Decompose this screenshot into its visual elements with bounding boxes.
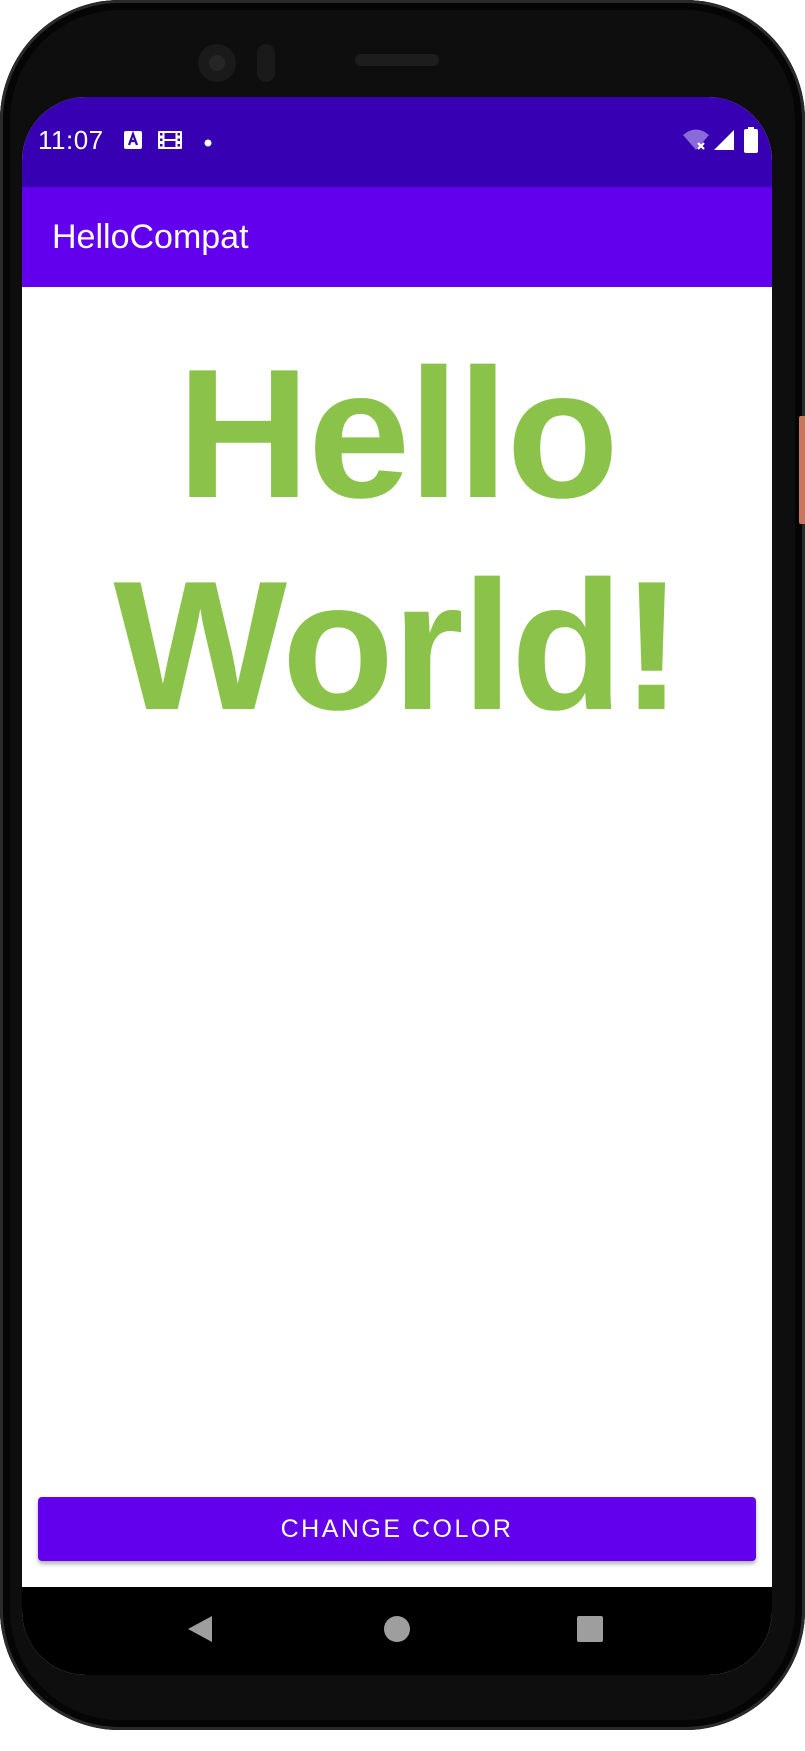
app-title: HelloCompat — [52, 218, 249, 256]
status-time: 11:07 — [38, 125, 104, 155]
back-button[interactable] — [155, 1587, 245, 1675]
cell-signal-icon — [712, 128, 736, 157]
notification-icons — [124, 130, 212, 154]
system-status-icons — [682, 127, 758, 158]
change-color-button[interactable]: CHANGE COLOR — [38, 1497, 756, 1561]
app-bar: HelloCompat — [22, 187, 772, 287]
phone-frame: 11:07 HelloCompat Hello World! CHANGE CO… — [0, 0, 805, 1730]
earpiece-speaker — [355, 54, 439, 66]
hello-line-1: Hello — [177, 330, 619, 536]
font-notification-icon — [124, 130, 142, 154]
camera-lens — [209, 55, 225, 71]
hello-line-2: World! — [113, 542, 682, 748]
phone-screen: 11:07 HelloCompat Hello World! CHANGE CO… — [22, 97, 772, 1675]
front-camera — [198, 44, 236, 82]
status-bar: 11:07 — [22, 97, 772, 187]
proximity-sensor — [257, 44, 275, 82]
battery-icon — [744, 127, 758, 158]
power-button — [799, 416, 805, 524]
page: 11:07 HelloCompat Hello World! CHANGE CO… — [0, 0, 805, 1751]
film-notification-icon — [158, 131, 182, 154]
navigation-bar — [22, 1587, 772, 1675]
dot-notification-icon — [204, 134, 212, 152]
recents-button[interactable] — [545, 1587, 635, 1675]
wifi-off-icon — [682, 128, 710, 157]
back-icon — [186, 1614, 214, 1649]
recents-icon — [576, 1615, 604, 1648]
home-icon — [383, 1615, 411, 1648]
home-button[interactable] — [352, 1587, 442, 1675]
hello-world-text: Hello World! — [22, 327, 772, 751]
